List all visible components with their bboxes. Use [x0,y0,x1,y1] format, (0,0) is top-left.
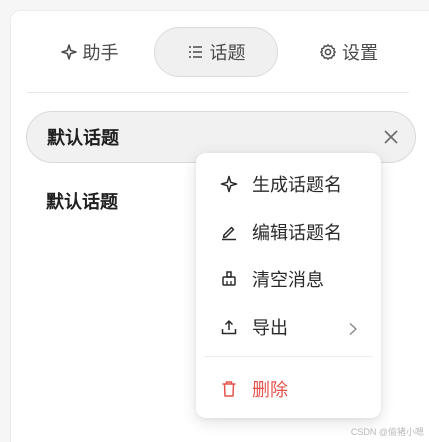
topic-item[interactable]: 默认话题 [46,188,118,214]
menu-item-label: 导出 [252,318,288,339]
tab-settings[interactable]: 设置 [296,27,401,77]
menu-item-label: 清空消息 [252,270,324,291]
tab-bar: 助手 话题 设置 [11,27,421,79]
menu-item-delete[interactable]: 删除 [196,367,381,411]
topic-context-menu: 生成话题名 编辑话题名 清空消息 导出 删除 [196,153,381,418]
topic-title: 默认话题 [47,128,119,149]
tab-assistant-label: 助手 [82,43,119,64]
tab-divider [27,92,409,93]
watermark: CSDN @偷猪小嗯 [350,427,424,437]
menu-item-clear-messages[interactable]: 清空消息 [196,257,381,301]
brush-icon [220,270,238,288]
tab-settings-label: 设置 [342,43,378,64]
menu-item-generate-name[interactable]: 生成话题名 [196,162,381,206]
gear-icon [319,43,337,61]
sparkle-icon [60,43,78,61]
trash-icon [220,380,238,398]
menu-item-label: 编辑话题名 [252,223,342,244]
chevron-right-icon [346,320,360,336]
menu-item-edit-name[interactable]: 编辑话题名 [196,210,381,254]
close-icon[interactable] [381,127,401,147]
tab-assistant[interactable]: 助手 [39,27,139,77]
menu-separator [204,356,373,357]
menu-item-export[interactable]: 导出 [196,305,381,349]
tab-topics-label: 话题 [209,43,246,64]
menu-item-label: 删除 [252,380,288,401]
list-icon [187,43,205,61]
topic-title: 默认话题 [46,192,118,213]
sparkle-icon [220,175,238,193]
menu-item-label: 生成话题名 [252,175,342,196]
tab-topics[interactable]: 话题 [154,27,278,77]
upload-icon [220,318,238,336]
edit-icon [220,223,238,241]
